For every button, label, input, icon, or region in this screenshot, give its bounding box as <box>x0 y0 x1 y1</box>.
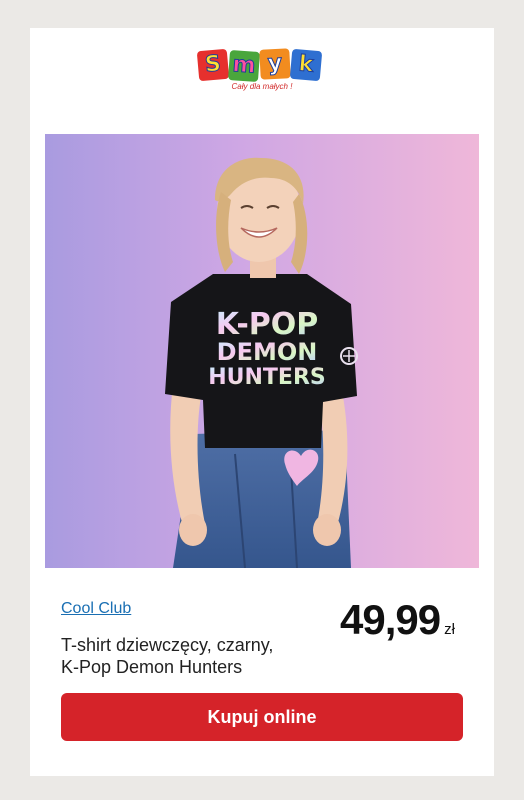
product-card: S m y k Cały dla małych ! K-POP DEMON HU… <box>30 28 494 776</box>
svg-text:HUNTERS: HUNTERS <box>208 365 326 390</box>
product-title-line: K-Pop Demon Hunters <box>61 657 243 677</box>
product-title[interactable]: T-shirt dziewczęcy, czarny, K-Pop Demon … <box>61 634 331 678</box>
price-amount: 49,99 <box>340 596 441 643</box>
logo-tagline: Cały dla małych ! <box>231 82 293 91</box>
price-currency: zł <box>444 621 455 638</box>
svg-text:DEMON: DEMON <box>217 338 318 366</box>
product-photo[interactable]: K-POP DEMON HUNTERS <box>45 134 479 568</box>
brand-link[interactable]: Cool Club <box>61 600 131 618</box>
price: 49,99 zł <box>340 596 455 644</box>
buy-online-button[interactable]: Kupuj online <box>61 693 463 741</box>
svg-text:K-POP: K-POP <box>216 307 319 342</box>
logo-letter-tile: k <box>289 48 323 82</box>
shirt-print: K-POP DEMON HUNTERS <box>208 307 326 390</box>
logo-letter-tile: y <box>259 48 291 80</box>
logo-letter-tile: S <box>196 48 230 82</box>
smyk-logo[interactable]: S m y k Cały dla małych ! <box>196 48 326 92</box>
logo-letter-tile: m <box>227 49 261 83</box>
product-title-line: T-shirt dziewczęcy, czarny, <box>61 635 274 655</box>
product-photo-illustration: K-POP DEMON HUNTERS <box>165 157 358 568</box>
logo-tiles: S m y k <box>196 48 326 83</box>
